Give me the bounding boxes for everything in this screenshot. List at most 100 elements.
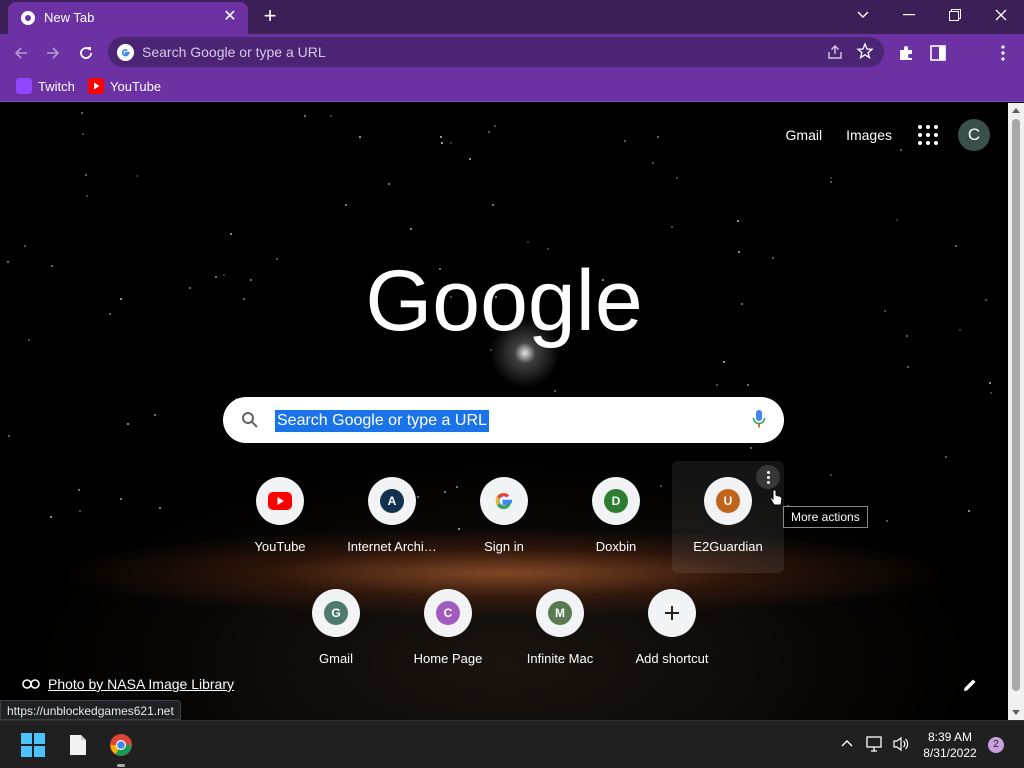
minimize-button[interactable] [886,0,932,30]
star-dot [28,339,30,341]
star-dot [989,382,991,384]
side-panel-icon [930,45,946,61]
star-dot [494,125,496,127]
tab-search-button[interactable] [840,0,886,30]
star-dot [345,204,347,206]
shortcut-label: Infinite Mac [526,651,594,666]
tab-new-tab[interactable]: New Tab ✕ [8,2,248,34]
shortcut-youtube[interactable]: YouTube [224,461,336,573]
letter-icon: U [716,489,740,513]
chevron-up-icon[interactable] [841,739,853,747]
star-dot [7,261,9,263]
network-icon[interactable] [866,736,884,752]
notification-badge[interactable]: 2 [988,737,1004,753]
images-link[interactable]: Images [846,127,892,143]
vertical-scrollbar[interactable] [1008,103,1024,720]
star-dot [652,162,654,164]
back-button[interactable] [8,40,34,66]
restore-button[interactable] [932,0,978,30]
new-tab-button[interactable]: + [258,5,282,29]
shortcut-infinite-mac[interactable]: M Infinite Mac [504,573,616,685]
star-dot [86,195,88,197]
close-window-button[interactable] [978,0,1024,30]
bookmark-star-icon[interactable] [856,42,874,60]
gmail-link[interactable]: Gmail [786,127,823,143]
customize-pencil-icon[interactable] [962,677,978,693]
star-dot [78,489,80,491]
star-dot [120,298,122,300]
shortcut-sign-in[interactable]: Sign in [448,461,560,573]
shortcut-label: Home Page [413,651,483,666]
star-dot [830,474,832,476]
shortcut-doxbin[interactable]: D Doxbin [560,461,672,573]
star-dot [450,142,452,144]
star-dot [624,140,626,142]
star-dot [772,257,774,259]
link-icon [22,679,40,689]
volume-icon[interactable] [892,736,910,752]
letter-icon: D [604,489,628,513]
google-logo: Google [366,258,642,349]
address-bar[interactable]: Search Google or type a URL [108,37,884,67]
shortcut-internet-archive[interactable]: A Internet Archi… [336,461,448,573]
star-dot [440,136,442,138]
file-icon[interactable] [66,733,90,757]
share-icon[interactable] [826,43,844,61]
chrome-icon [21,11,35,25]
star-dot [737,220,739,222]
account-avatar[interactable]: C [958,119,990,151]
close-icon [995,9,1007,21]
forward-button[interactable] [40,40,66,66]
apps-grid-icon[interactable] [916,123,940,147]
bookmark-twitch[interactable]: Twitch [16,76,75,96]
restore-icon [949,9,961,21]
star-dot [955,245,957,247]
star-dot [304,115,306,117]
scroll-thumb[interactable] [1012,119,1020,691]
star-dot [527,241,529,243]
letter-icon: G [324,601,348,625]
star-dot [896,219,898,221]
shortcut-home-page[interactable]: C Home Page [392,573,504,685]
add-shortcut-button[interactable]: Add shortcut [616,573,728,685]
star-dot [469,158,471,160]
extensions-button[interactable] [896,43,916,63]
more-actions-icon[interactable] [756,465,780,489]
chrome-taskbar-icon[interactable] [109,733,133,757]
star-dot [51,265,53,267]
shortcut-e2guardian[interactable]: U E2Guardian [672,461,784,573]
side-panel-button[interactable] [928,43,948,63]
reload-button[interactable] [73,40,99,66]
star-dot [676,177,678,179]
star-dot [830,181,832,183]
youtube-icon [88,78,104,94]
bookmark-youtube[interactable]: YouTube [88,76,161,96]
star-dot [250,279,252,281]
star-dot [492,204,494,206]
scroll-up-arrow[interactable] [1012,108,1020,113]
shortcut-label: Sign in [484,539,524,554]
star-dot [945,456,947,458]
star-dot [738,251,740,253]
scroll-down-arrow[interactable] [1012,710,1020,715]
reload-icon [80,47,92,59]
minimize-icon [903,14,915,16]
search-box[interactable]: Search Google or type a URL [223,397,784,443]
photo-attribution-link[interactable]: Photo by NASA Image Library [22,676,234,692]
shortcut-gmail[interactable]: G Gmail [280,573,392,685]
menu-button[interactable] [993,43,1013,63]
tab-close-icon[interactable]: ✕ [220,7,240,27]
taskbar: 8:39 AM 8/31/2022 2 [0,720,1024,768]
star-dot [24,245,26,247]
star-dot [968,510,970,512]
system-clock[interactable]: 8:39 AM 8/31/2022 [916,729,984,761]
star-dot [81,112,83,114]
windows-start-icon[interactable] [21,733,45,757]
bookmark-label: YouTube [110,78,162,94]
running-indicator [117,764,125,767]
browser-toolbar: Search Google or type a URL C [0,34,1024,98]
search-icon [242,412,258,428]
star-dot [716,384,718,386]
microphone-icon[interactable] [752,409,766,429]
star-dot [554,390,556,392]
